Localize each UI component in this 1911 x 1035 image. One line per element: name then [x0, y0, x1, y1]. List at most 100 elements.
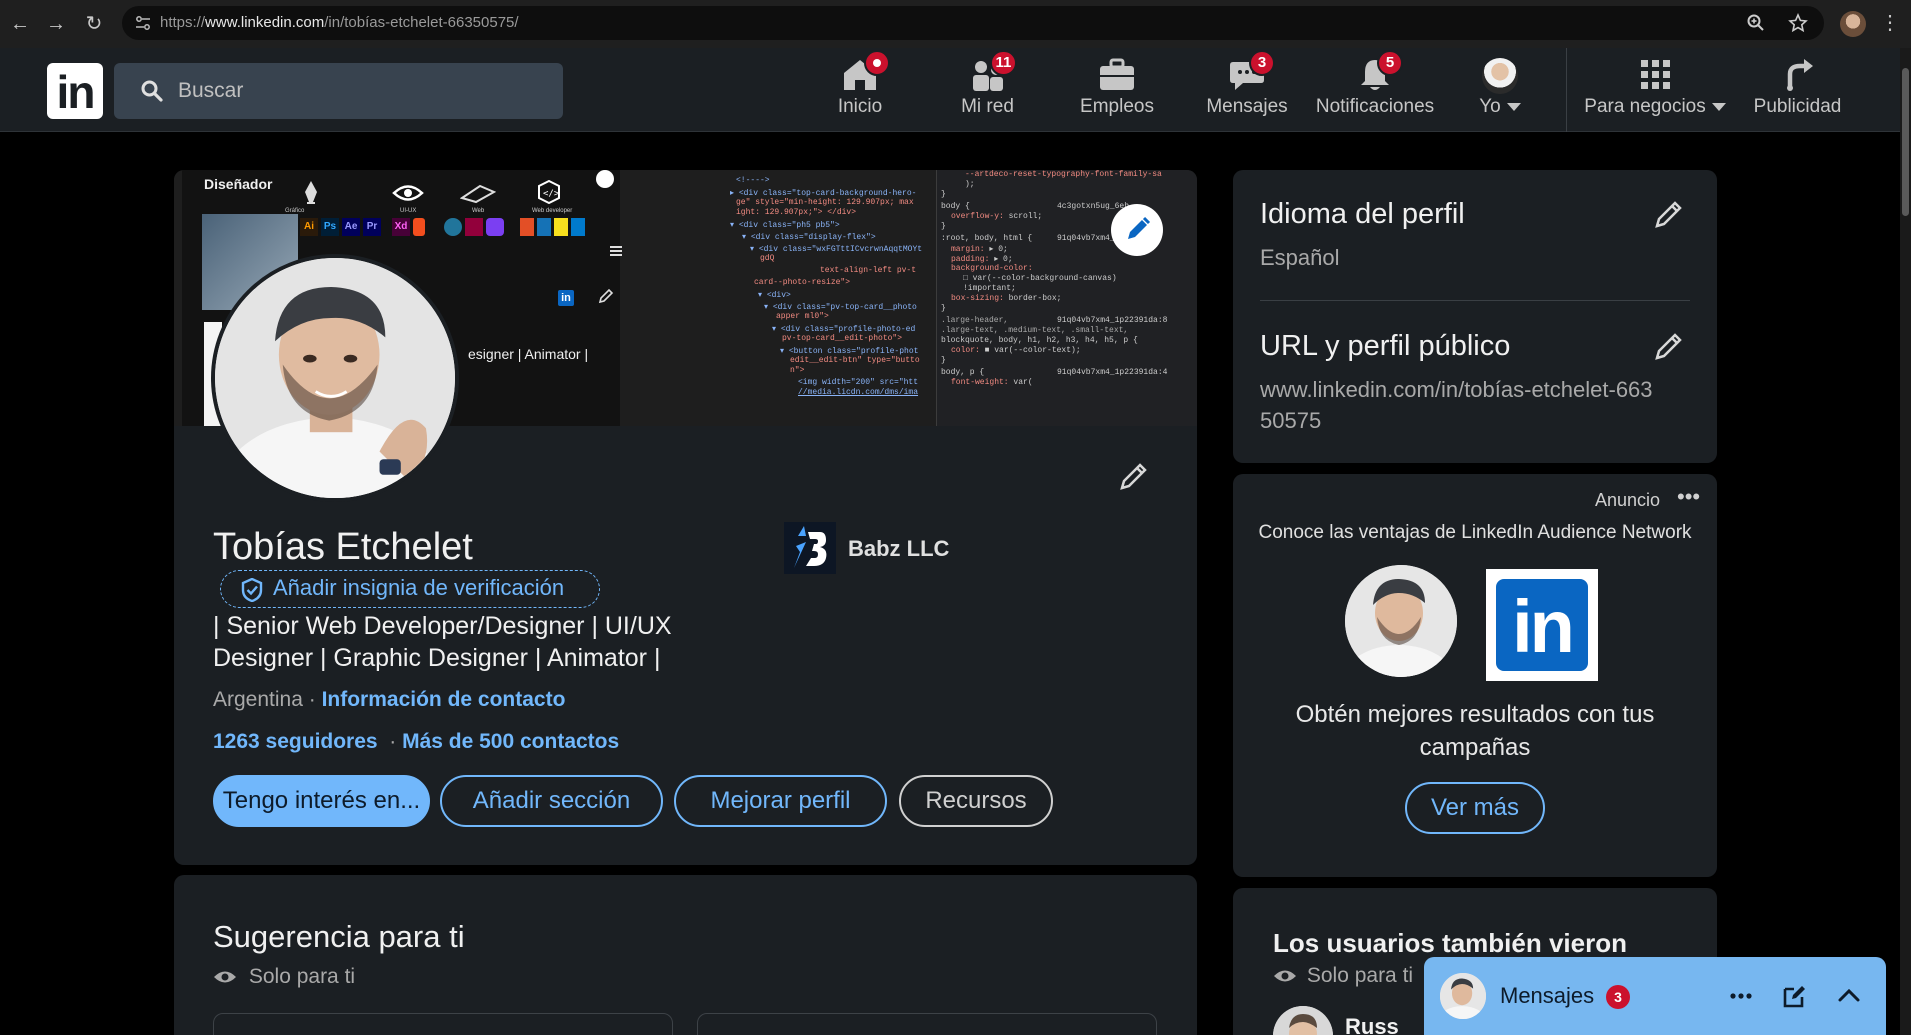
- notification-dot: [864, 50, 890, 76]
- company-logo-mark: [794, 526, 827, 568]
- visibility-note: Solo para ti: [1273, 964, 1413, 988]
- add-section-button[interactable]: Añadir sección: [440, 775, 663, 827]
- chevron-up-icon[interactable]: [1834, 981, 1864, 1011]
- banner-pencil-icon: [598, 288, 614, 309]
- profile-photo[interactable]: [211, 254, 459, 502]
- suggestion-item[interactable]: [213, 1013, 673, 1035]
- eye-icon: [214, 971, 236, 983]
- grid-icon: [1641, 60, 1670, 89]
- search-icon: [141, 80, 163, 102]
- edit-banner-button[interactable]: [1111, 204, 1163, 256]
- pen-tool-icon: [300, 180, 322, 204]
- site-info-icon[interactable]: [134, 14, 152, 32]
- messaging-label: Mensajes: [1500, 983, 1595, 1008]
- pencil-icon: [1655, 333, 1682, 360]
- avatar[interactable]: [1273, 1006, 1333, 1035]
- linkedin-navbar: in Inicio 11 Mi red Empleos 3 Mensajes: [0, 48, 1900, 132]
- edit-language-button[interactable]: [1651, 196, 1687, 232]
- visibility-text: Solo para ti: [248, 965, 356, 988]
- nav-yo[interactable]: Yo: [1465, 56, 1535, 128]
- code-icon: </>: [538, 179, 560, 209]
- hamburger-icon: [610, 246, 622, 256]
- add-verification-badge-button[interactable]: Añadir insignia de verificación: [220, 570, 600, 608]
- nav-divider: [1566, 48, 1567, 132]
- suggestions-card: Sugerencia para ti Solo para ti: [174, 875, 1197, 1035]
- divider: [1260, 300, 1690, 301]
- edit-public-url-button[interactable]: [1651, 328, 1687, 364]
- compose-icon[interactable]: [1780, 981, 1810, 1011]
- ad-cta-button[interactable]: Ver más: [1405, 782, 1545, 834]
- search-input[interactable]: [178, 77, 538, 105]
- ad-body: Obtén mejores resultados con tus campaña…: [1295, 701, 1655, 761]
- browser-profile-avatar[interactable]: [1840, 11, 1866, 37]
- enhance-profile-button[interactable]: Mejorar perfil: [674, 775, 887, 827]
- shield-check-icon: [241, 578, 263, 602]
- messaging-overlay[interactable]: Mensajes 3: [1424, 957, 1886, 1035]
- profile-network-row: 1263 seguidores · Más de 500 contactos: [213, 730, 619, 754]
- profile-settings-card: Idioma del perfil Español URL y perfil p…: [1233, 170, 1717, 463]
- nav-mensajes[interactable]: 3 Mensajes: [1202, 50, 1292, 128]
- nav-inicio[interactable]: Inicio: [820, 50, 900, 128]
- profile-photo-image: [215, 258, 455, 498]
- messages-badge: 3: [1249, 50, 1275, 76]
- open-to-button[interactable]: Tengo interés en...: [213, 775, 430, 827]
- more-options-icon[interactable]: •••: [1677, 484, 1700, 510]
- page-scrollbar[interactable]: [1900, 48, 1911, 1035]
- avatar: [1482, 58, 1518, 94]
- forward-icon[interactable]: →: [42, 10, 70, 38]
- connections-link[interactable]: Más de 500 contactos: [402, 730, 619, 753]
- network-badge: 11: [989, 50, 1018, 76]
- pencil-icon: [1655, 201, 1682, 228]
- web-pen-icon: [459, 182, 497, 209]
- visibility-note: Solo para ti: [213, 965, 355, 989]
- ad-user-avatar: [1345, 565, 1457, 677]
- separator: ·: [377, 730, 403, 753]
- nav-label: Notificaciones: [1315, 96, 1435, 117]
- separator: ·: [302, 688, 322, 711]
- banner-role: Diseñador: [204, 176, 273, 192]
- nav-label: Empleos: [1080, 96, 1154, 117]
- reload-icon[interactable]: ↻: [80, 10, 108, 38]
- linkedin-ad-logo: in: [1486, 569, 1598, 681]
- ad-label: Anuncio: [1595, 490, 1661, 510]
- banner-code-panel: <!----> ▸ <div class="top-card-backgroun…: [626, 170, 936, 426]
- design-app-icons: Xd: [392, 218, 425, 236]
- back-icon[interactable]: ←: [6, 10, 34, 38]
- ad-card: Anuncio ••• Conoce las ventajas de Linke…: [1233, 474, 1717, 877]
- url-text: https://www.linkedin.com/in/tobías-etche…: [160, 14, 519, 31]
- edit-intro-button[interactable]: [1116, 458, 1152, 494]
- profile-location-row: Argentina · Información de contacto: [213, 688, 565, 712]
- more-options-icon[interactable]: [1726, 981, 1756, 1011]
- browser-toolbar: ← → ↻ https://www.linkedin.com/in/tobías…: [0, 0, 1911, 48]
- messaging-badge: 3: [1606, 985, 1630, 1009]
- public-url-title: URL y perfil público: [1260, 330, 1511, 362]
- nav-label: Mi red: [961, 96, 1014, 117]
- section-title: Los usuarios también vieron: [1273, 928, 1627, 958]
- nav-mi-red[interactable]: 11 Mi red: [945, 50, 1030, 128]
- resources-button[interactable]: Recursos: [899, 775, 1053, 827]
- search-box[interactable]: [114, 63, 563, 119]
- scrollbar-thumb[interactable]: [1902, 68, 1909, 216]
- nav-publicidad[interactable]: Publicidad: [1745, 56, 1850, 128]
- address-bar[interactable]: https://www.linkedin.com/in/tobías-etche…: [122, 6, 1824, 40]
- ad-headline: Conoce las ventajas de LinkedIn Audience…: [1258, 522, 1692, 543]
- followers-link[interactable]: 1263 seguidores: [213, 730, 378, 753]
- linkedin-logo[interactable]: in: [47, 63, 103, 119]
- person-name[interactable]: Russ: [1345, 1014, 1399, 1035]
- visibility-text: Solo para ti: [1306, 964, 1414, 987]
- svg-text:</>: </>: [543, 189, 560, 199]
- nav-notificaciones[interactable]: 5 Notificaciones: [1310, 50, 1440, 128]
- pencil-icon: [1128, 216, 1151, 239]
- briefcase-icon: [1100, 58, 1134, 90]
- nav-label: Para negocios: [1584, 96, 1706, 117]
- contact-info-link[interactable]: Información de contacto: [322, 688, 566, 711]
- banner-edit-dot: [596, 170, 614, 188]
- browser-menu-icon[interactable]: ⋮: [1880, 10, 1900, 35]
- location-text: Argentina: [213, 688, 303, 711]
- suggestion-item[interactable]: [697, 1013, 1157, 1035]
- nav-empleos[interactable]: Empleos: [1072, 56, 1162, 128]
- nav-para-negocios[interactable]: Para negocios: [1580, 56, 1730, 128]
- language-value: Español: [1260, 245, 1340, 270]
- bookmark-star-icon[interactable]: [1788, 13, 1808, 33]
- zoom-icon[interactable]: [1746, 13, 1766, 33]
